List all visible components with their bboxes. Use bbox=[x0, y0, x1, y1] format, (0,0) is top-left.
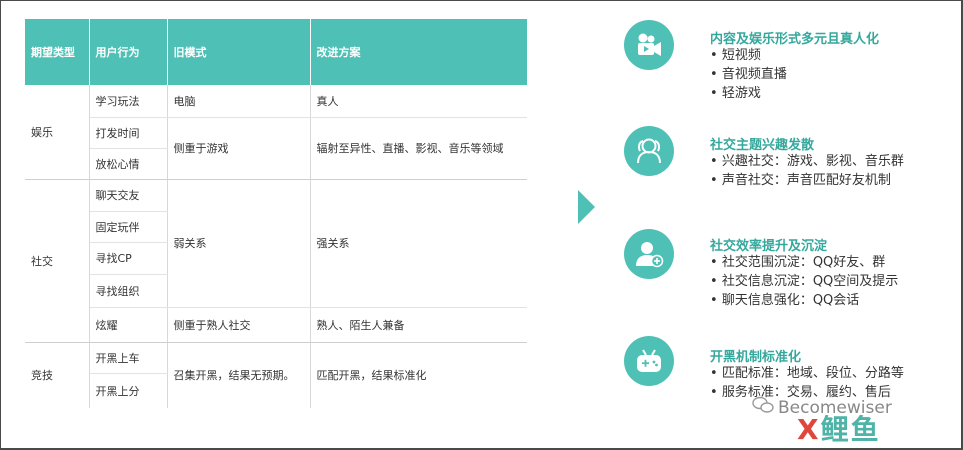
right-arrow-icon bbox=[578, 190, 595, 224]
table-row: 打发时间 侧重于游戏 辐射至异性、直播、影视、音乐等领域 bbox=[25, 117, 527, 180]
users-icon bbox=[624, 126, 674, 176]
table-row: 娱乐 学习玩法 电脑 真人 bbox=[25, 85, 527, 180]
list-item: 音视频直播 bbox=[710, 65, 787, 84]
type-entertainment: 娱乐 bbox=[25, 85, 90, 180]
improvement-cell: 真人 bbox=[310, 85, 527, 118]
old-mode-cell: 侧重于熟人社交 bbox=[167, 307, 311, 343]
behavior-cell: 固定玩伴 bbox=[89, 211, 168, 243]
list-item: 兴趣社交：游戏、影视、音乐群 bbox=[710, 152, 904, 171]
header-old-mode: 旧模式 bbox=[167, 19, 311, 85]
brand-x: X bbox=[797, 413, 821, 446]
type-social: 社交 bbox=[25, 179, 90, 343]
list-item: 匹配标准：地域、段位、分路等 bbox=[710, 364, 904, 383]
card-title: 开黑机制标准化 bbox=[710, 350, 802, 365]
improvement-cell: 匹配开黑，结果标准化 bbox=[316, 369, 427, 383]
list-item: 社交信息沉淀：QQ空间及提示 bbox=[710, 272, 898, 291]
wechat-icon bbox=[752, 396, 774, 419]
brand-logo: X鲤鱼 bbox=[797, 408, 881, 448]
improvement-cell: 强关系 bbox=[310, 179, 527, 308]
behavior-cell: 学习玩法 bbox=[89, 85, 168, 118]
type-competitive: 竞技 bbox=[25, 342, 90, 408]
old-mode-cell: 侧重于游戏 bbox=[167, 117, 311, 180]
improvement-cell: 熟人、陌生人兼备 bbox=[310, 307, 527, 343]
card-title: 社交效率提升及沉淀 bbox=[710, 239, 828, 254]
table-row: 炫耀 侧重于熟人社交 熟人、陌生人兼备 bbox=[25, 307, 527, 343]
video-camera-icon bbox=[624, 20, 674, 70]
improvement-cell: 辐射至异性、直播、影视、音乐等领域 bbox=[310, 117, 527, 180]
table-header-row: 期望类型 用户行为 旧模式 改进方案 bbox=[25, 19, 527, 85]
table-row: 竞技 开黑上车 召集开黑，结果无预期。 匹配开黑，结果标准化 bbox=[25, 342, 527, 408]
header-improvement: 改进方案 bbox=[310, 19, 527, 85]
behavior-cell: 寻找组织 bbox=[89, 274, 168, 308]
behavior-cell: 开黑上分 bbox=[89, 373, 168, 408]
list-item: 社交范围沉淀：QQ好友、群 bbox=[710, 253, 898, 272]
behavior-cell: 寻找CP bbox=[89, 242, 168, 275]
comparison-table: 期望类型 用户行为 旧模式 改进方案 娱乐 学习玩法 电脑 真人 打发时间 侧重… bbox=[25, 19, 527, 408]
gamepad-icon bbox=[624, 336, 674, 386]
brand-rest: 鲤鱼 bbox=[820, 413, 881, 446]
old-mode-cell: 召集开黑，结果无预期。 bbox=[167, 342, 311, 408]
list-item: 短视频 bbox=[710, 46, 787, 65]
old-mode-cell: 电脑 bbox=[167, 85, 311, 118]
header-expectation-type: 期望类型 bbox=[25, 19, 90, 85]
header-user-behavior: 用户行为 bbox=[89, 19, 168, 85]
add-user-icon bbox=[624, 229, 674, 279]
card-title: 内容及娱乐形式多元且真人化 bbox=[710, 32, 880, 47]
behavior-cell: 炫耀 bbox=[89, 307, 168, 343]
list-item: 聊天信息强化：QQ会话 bbox=[710, 291, 898, 310]
behavior-cell: 开黑上车 bbox=[89, 342, 168, 374]
behavior-cell: 聊天交友 bbox=[89, 179, 168, 212]
table-row: 社交 聊天交友 弱关系 强关系 bbox=[25, 179, 527, 343]
list-item: 声音社交：声音匹配好友机制 bbox=[710, 171, 904, 190]
behavior-cell: 放松心情 bbox=[89, 148, 168, 180]
card-list: 兴趣社交：游戏、影视、音乐群 声音社交：声音匹配好友机制 bbox=[710, 152, 904, 190]
behavior-cell: 打发时间 bbox=[89, 117, 168, 149]
list-item: 轻游戏 bbox=[710, 84, 787, 103]
card-title: 社交主题兴趣发散 bbox=[710, 138, 815, 153]
card-list: 社交范围沉淀：QQ好友、群 社交信息沉淀：QQ空间及提示 聊天信息强化：QQ会话 bbox=[710, 253, 898, 310]
old-mode-cell: 弱关系 bbox=[167, 179, 311, 308]
card-list: 短视频 音视频直播 轻游戏 bbox=[710, 46, 787, 103]
